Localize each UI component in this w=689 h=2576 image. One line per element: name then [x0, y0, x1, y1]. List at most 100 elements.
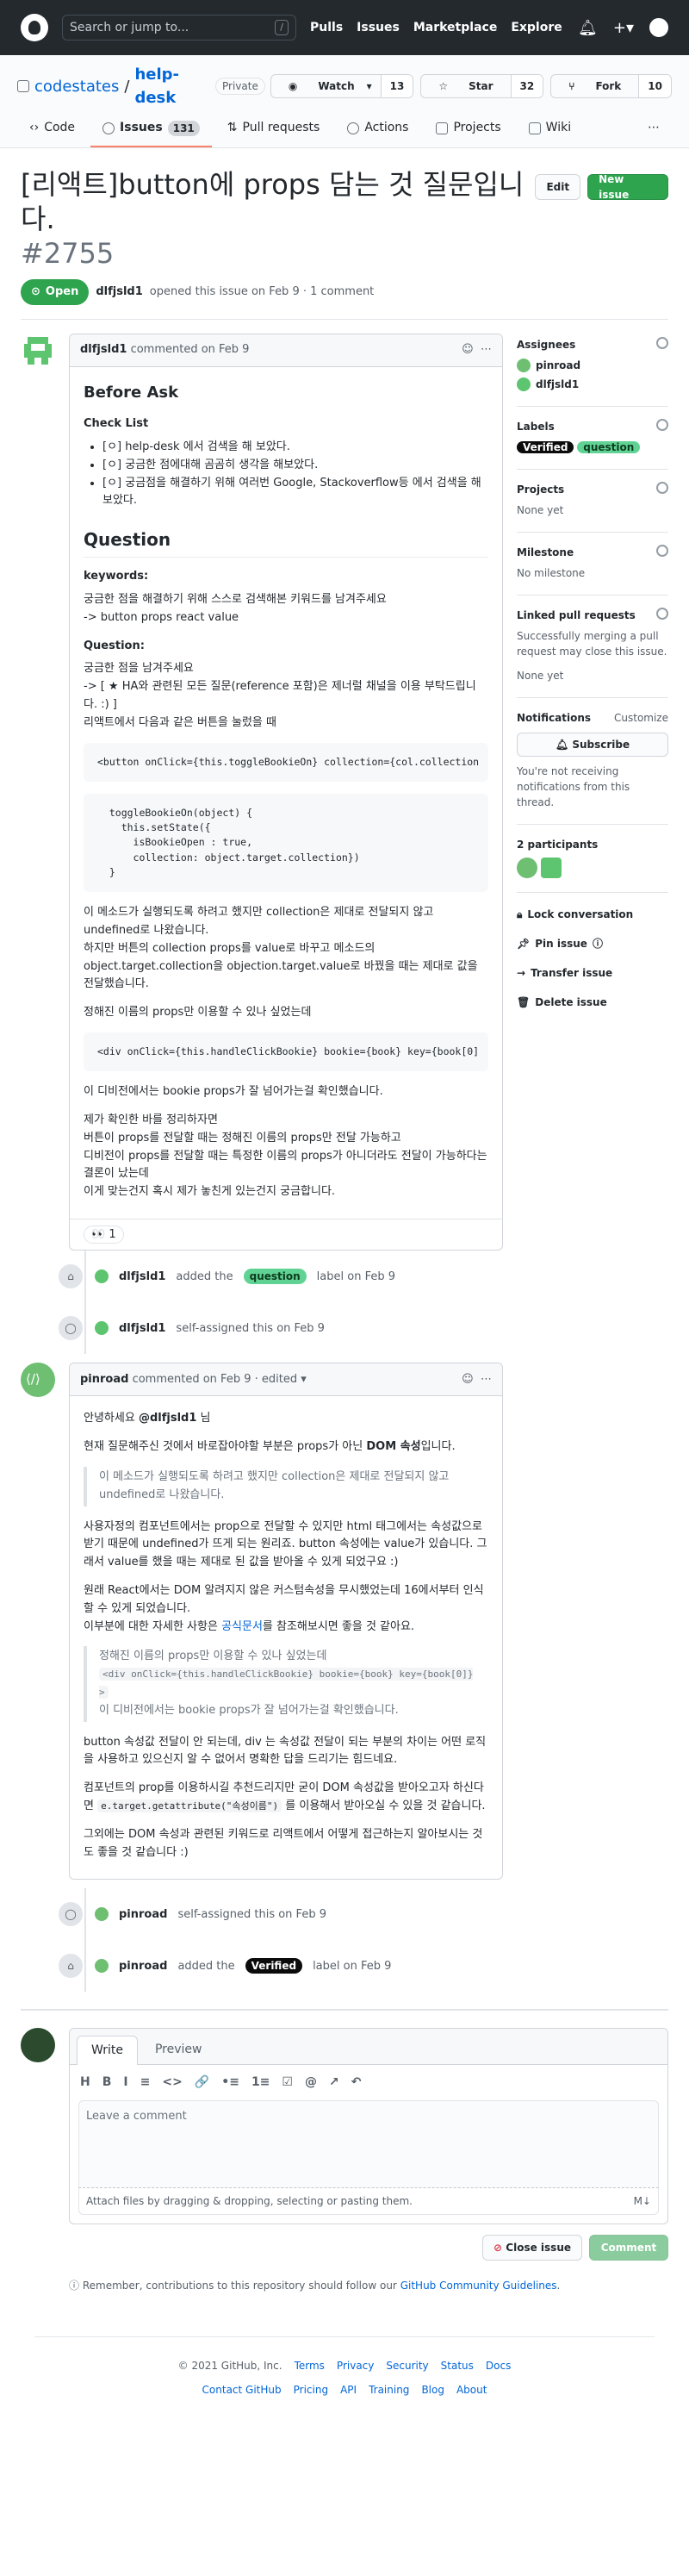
footer-link[interactable]: Terms: [295, 2358, 325, 2373]
footer-link[interactable]: API: [340, 2382, 357, 2398]
smiley-icon[interactable]: ☺: [462, 1373, 474, 1386]
tab-wiki[interactable]: Wiki: [517, 110, 583, 147]
avatar[interactable]: [95, 1321, 109, 1336]
tab-actions[interactable]: Actions: [335, 110, 420, 147]
more-icon[interactable]: ⋯: [636, 110, 672, 147]
nav-pulls[interactable]: Pulls: [310, 19, 343, 37]
event-user[interactable]: dlfjsld1: [119, 1269, 165, 1286]
search-placeholder: Search or jump to...: [70, 20, 189, 34]
transfer-issue[interactable]: → Transfer issue: [517, 958, 668, 988]
avatar[interactable]: [540, 857, 562, 878]
subscribe-button[interactable]: 🔔︎ Subscribe: [517, 732, 668, 757]
edit-button[interactable]: Edit: [535, 174, 581, 200]
label-verified[interactable]: Verified: [245, 1958, 303, 1974]
plus-icon[interactable]: +▾: [613, 16, 634, 40]
attach-area[interactable]: Attach files by dragging & dropping, sel…: [78, 2188, 659, 2216]
tab-code[interactable]: ‹› Code: [17, 110, 87, 147]
italic-icon[interactable]: I: [123, 2074, 127, 2092]
watch-count[interactable]: 13: [380, 75, 413, 97]
user-mention[interactable]: @dlfjsld1: [139, 1412, 196, 1425]
bell-icon[interactable]: 🔔︎: [578, 16, 598, 40]
star-count[interactable]: 32: [510, 75, 543, 97]
pin-issue[interactable]: 📌︎ Pin issue ⓘ: [517, 929, 668, 958]
gear-icon[interactable]: [656, 607, 668, 620]
guidelines-link[interactable]: GitHub Community Guidelines: [400, 2280, 557, 2292]
avatar[interactable]: [95, 1959, 109, 1974]
tab-issues[interactable]: Issues 131: [90, 110, 212, 147]
gear-icon[interactable]: [656, 544, 668, 557]
footer-link[interactable]: Training: [369, 2382, 409, 2398]
link-icon[interactable]: 🔗: [195, 2074, 209, 2092]
nav-issues[interactable]: Issues: [357, 19, 400, 37]
reaction-eyes[interactable]: 👀 1: [84, 1225, 124, 1244]
docs-link[interactable]: 공식문서: [221, 1620, 263, 1633]
reply-icon[interactable]: ↶: [351, 2074, 362, 2092]
avatar[interactable]: [21, 333, 55, 368]
lock-conversation[interactable]: 🔒︎ Lock conversation: [517, 900, 668, 929]
avatar[interactable]: [517, 857, 537, 878]
repo-owner-link[interactable]: codestates: [34, 75, 119, 98]
footer-link[interactable]: Status: [441, 2358, 474, 2373]
issue-author[interactable]: dlfjsld1: [96, 284, 142, 301]
star-button[interactable]: ☆ Star 32: [420, 74, 544, 98]
avatar[interactable]: [517, 377, 531, 391]
comment-button[interactable]: Comment: [589, 2235, 668, 2261]
code-icon[interactable]: <>: [162, 2074, 182, 2092]
footer-link[interactable]: Pricing: [294, 2382, 328, 2398]
kebab-icon[interactable]: ⋯: [481, 343, 492, 356]
watch-button[interactable]: ◉ Watch ▾ 13: [270, 74, 414, 98]
quote-icon[interactable]: ≡: [140, 2074, 151, 2092]
label-question[interactable]: question: [243, 1269, 307, 1285]
event-user[interactable]: pinroad: [119, 1906, 167, 1924]
tab-write[interactable]: Write: [77, 2036, 138, 2066]
nav-explore[interactable]: Explore: [511, 19, 562, 37]
footer-link[interactable]: Docs: [486, 2358, 511, 2373]
event-user[interactable]: dlfjsld1: [119, 1320, 165, 1338]
avatar[interactable]: [21, 1363, 55, 1398]
task-list-icon[interactable]: ☑: [282, 2074, 293, 2092]
event-user[interactable]: pinroad: [119, 1958, 167, 1975]
bold-icon[interactable]: B: [102, 2074, 112, 2092]
kebab-icon[interactable]: ⋯: [481, 1373, 492, 1386]
bullet-list-icon[interactable]: •≡: [221, 2074, 239, 2092]
footer-link[interactable]: Contact GitHub: [202, 2382, 282, 2398]
numbered-list-icon[interactable]: 1≡: [251, 2074, 270, 2092]
fork-button[interactable]: ⑂ Fork 10: [550, 74, 672, 98]
tab-projects[interactable]: Projects: [424, 110, 512, 147]
gear-icon[interactable]: [656, 418, 668, 431]
tab-preview[interactable]: Preview: [141, 2036, 216, 2064]
gear-icon[interactable]: [656, 336, 668, 349]
nav-marketplace[interactable]: Marketplace: [413, 19, 497, 37]
search-input[interactable]: Search or jump to... /: [62, 15, 296, 41]
github-logo-icon[interactable]: [21, 14, 48, 41]
label-question[interactable]: question: [577, 440, 641, 453]
smiley-icon[interactable]: ☺: [462, 343, 474, 356]
footer-link[interactable]: Security: [386, 2358, 428, 2373]
label-verified[interactable]: Verified: [517, 440, 574, 453]
footer-link[interactable]: Blog: [421, 2382, 444, 2398]
delete-issue[interactable]: 🗑︎ Delete issue: [517, 988, 668, 1017]
footer-link[interactable]: Privacy: [337, 2358, 374, 2373]
avatar[interactable]: [95, 1269, 109, 1284]
comment-author[interactable]: pinroad: [80, 1373, 128, 1386]
customize-link[interactable]: Customize: [614, 710, 668, 726]
avatar[interactable]: [95, 1907, 109, 1922]
assignee-name[interactable]: pinroad: [536, 358, 580, 373]
user-avatar[interactable]: [649, 18, 668, 37]
new-issue-button[interactable]: New issue: [587, 173, 668, 201]
assignee-name[interactable]: dlfjsld1: [536, 377, 579, 392]
tab-pull-requests[interactable]: ⇅ Pull requests: [215, 110, 332, 147]
comment-action[interactable]: commented on Feb 9 · edited ▾: [133, 1373, 307, 1386]
footer-link[interactable]: About: [456, 2382, 487, 2398]
avatar[interactable]: [21, 2028, 55, 2063]
close-issue-button[interactable]: ⊘ Close issue: [482, 2235, 582, 2261]
repo-name-link[interactable]: help-desk: [134, 63, 205, 109]
gear-icon[interactable]: [656, 481, 668, 494]
fork-count[interactable]: 10: [638, 75, 671, 97]
comment-textarea[interactable]: Leave a comment: [78, 2100, 659, 2189]
comment-author[interactable]: dlfjsld1: [80, 343, 127, 356]
reference-icon[interactable]: ↗: [329, 2074, 339, 2092]
avatar[interactable]: [517, 358, 531, 372]
mention-icon[interactable]: @: [305, 2074, 317, 2092]
heading-icon[interactable]: H: [80, 2074, 90, 2092]
